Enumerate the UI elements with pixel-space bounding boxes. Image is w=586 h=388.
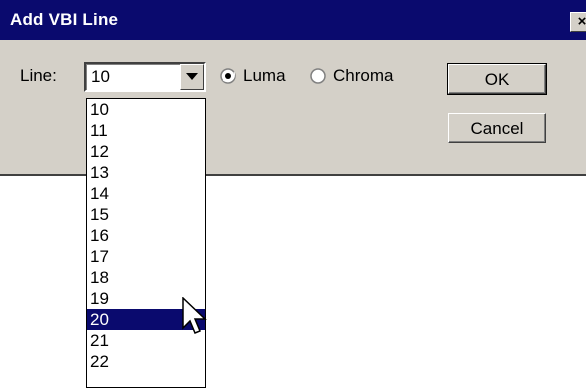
chroma-label[interactable]: Chroma <box>333 66 393 86</box>
title-bar: Add VBI Line × <box>0 0 586 40</box>
list-item[interactable]: 14 <box>87 183 205 204</box>
mouse-pointer-icon <box>182 297 207 334</box>
cancel-button[interactable]: Cancel <box>448 113 546 143</box>
list-item[interactable]: 15 <box>87 204 205 225</box>
list-item[interactable]: 18 <box>87 267 205 288</box>
list-item[interactable]: 17 <box>87 246 205 267</box>
combo-dropdown-button[interactable] <box>180 64 204 90</box>
list-item[interactable]: 11 <box>87 120 205 141</box>
chevron-down-icon <box>186 73 198 80</box>
line-combobox[interactable]: 10 <box>84 62 206 92</box>
chroma-radio[interactable] <box>310 68 326 84</box>
close-button[interactable]: × <box>570 12 586 32</box>
luma-label[interactable]: Luma <box>243 66 286 86</box>
window-title: Add VBI Line <box>10 10 119 29</box>
luma-radio[interactable] <box>220 68 236 84</box>
list-item[interactable]: 13 <box>87 162 205 183</box>
line-combobox-value: 10 <box>91 67 110 86</box>
list-item[interactable]: 22 <box>87 351 205 372</box>
list-item[interactable]: 10 <box>87 99 205 120</box>
list-item[interactable]: 12 <box>87 141 205 162</box>
list-item[interactable]: 16 <box>87 225 205 246</box>
line-label: Line: <box>20 66 57 85</box>
line-dropdown-list[interactable]: 10 11 12 13 14 15 16 17 18 19 20 21 22 <box>86 98 206 388</box>
ok-button[interactable]: OK <box>447 63 547 95</box>
